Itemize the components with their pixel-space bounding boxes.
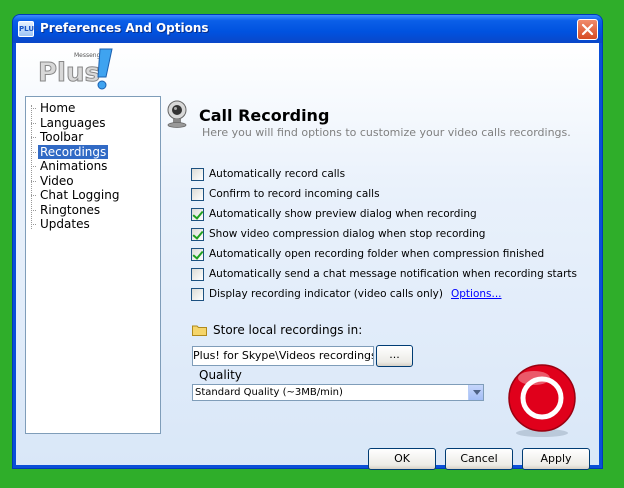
option-show-compression[interactable]: Show video compression dialog when stop … bbox=[191, 227, 485, 243]
title-bar[interactable]: PLUS Preferences And Options bbox=[13, 15, 602, 43]
folder-label: Store local recordings in: bbox=[213, 323, 363, 337]
option-send-notification[interactable]: Automatically send a chat message notifi… bbox=[191, 267, 577, 283]
tree-item-toolbar[interactable]: Toolbar bbox=[26, 130, 160, 145]
checkbox[interactable] bbox=[191, 287, 204, 301]
preferences-window: PLUS Preferences And Options Messenger P… bbox=[13, 15, 602, 470]
close-button[interactable] bbox=[577, 19, 598, 40]
apply-button[interactable]: Apply bbox=[522, 448, 590, 470]
checkbox-checked[interactable] bbox=[191, 227, 204, 241]
option-show-preview[interactable]: Automatically show preview dialog when r… bbox=[191, 207, 477, 223]
tree-item-updates[interactable]: Updates bbox=[26, 217, 160, 232]
svg-text:Plus: Plus bbox=[38, 58, 100, 88]
plus-logo: Messenger Plus bbox=[36, 43, 116, 93]
app-icon: PLUS bbox=[18, 21, 39, 37]
checkbox-checked[interactable] bbox=[191, 207, 204, 221]
webcam-icon bbox=[166, 100, 190, 128]
checkbox[interactable] bbox=[191, 267, 204, 281]
option-display-indicator[interactable]: Display recording indicator (video calls… bbox=[191, 287, 502, 303]
tree-item-video[interactable]: Video bbox=[26, 174, 160, 189]
tree-item-chat-logging[interactable]: Chat Logging bbox=[26, 188, 160, 203]
cancel-button[interactable]: Cancel bbox=[445, 448, 513, 470]
tree-item-animations[interactable]: Animations bbox=[26, 159, 160, 174]
folder-row: Store local recordings in: bbox=[192, 323, 362, 341]
tree-item-recordings[interactable]: Recordings bbox=[26, 144, 160, 160]
dialog-client-area: Messenger Plus Home Languages Toolbar Re… bbox=[16, 43, 599, 470]
recordings-path-input[interactable]: Plus! for Skype\Videos recordings bbox=[192, 346, 374, 366]
tree-item-languages[interactable]: Languages bbox=[26, 116, 160, 131]
checkbox-checked[interactable] bbox=[191, 247, 204, 261]
browse-button[interactable]: ... bbox=[376, 345, 413, 367]
options-link[interactable]: Options... bbox=[451, 288, 502, 300]
option-auto-record[interactable]: Automatically record calls bbox=[191, 167, 345, 183]
quality-label: Quality bbox=[199, 368, 242, 382]
quality-value: Standard Quality (~3MB/min) bbox=[195, 387, 343, 398]
option-open-folder[interactable]: Automatically open recording folder when… bbox=[191, 247, 544, 263]
page-subtitle: Here you will find options to customize … bbox=[202, 126, 571, 139]
tree-item-home[interactable]: Home bbox=[26, 101, 160, 116]
page-title: Call Recording bbox=[199, 106, 330, 125]
ok-button[interactable]: OK bbox=[368, 448, 436, 470]
quality-dropdown[interactable]: Standard Quality (~3MB/min) bbox=[192, 384, 484, 401]
folder-icon bbox=[192, 325, 207, 336]
window-title: Preferences And Options bbox=[40, 21, 209, 35]
options-tree[interactable]: Home Languages Toolbar Recordings Animat… bbox=[25, 96, 161, 434]
dropdown-arrow-icon[interactable] bbox=[468, 385, 483, 400]
close-icon bbox=[581, 23, 594, 36]
checkbox[interactable] bbox=[191, 167, 204, 181]
checkbox[interactable] bbox=[191, 187, 204, 201]
record-icon bbox=[504, 363, 580, 439]
option-confirm-incoming[interactable]: Confirm to record incoming calls bbox=[191, 187, 380, 203]
tree-item-ringtones[interactable]: Ringtones bbox=[26, 203, 160, 218]
